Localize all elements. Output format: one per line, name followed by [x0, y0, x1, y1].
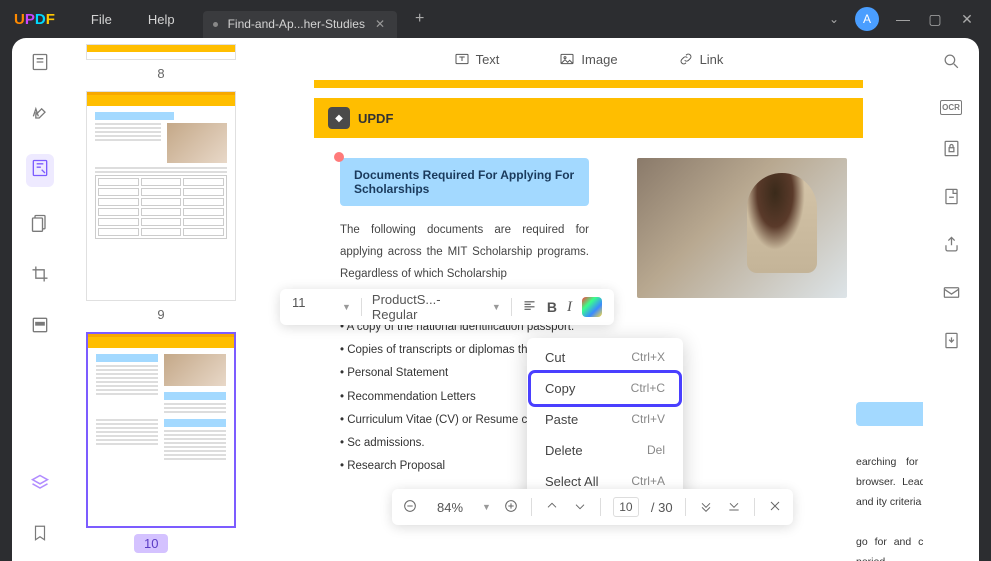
- page-input[interactable]: 10: [613, 497, 639, 517]
- bookmark-tool-icon[interactable]: [31, 524, 49, 547]
- form-icon[interactable]: [942, 187, 961, 211]
- thumbnail-panel: 8 9 10: [68, 38, 254, 561]
- align-icon[interactable]: [522, 298, 537, 316]
- body-paragraph[interactable]: The following documents are required for…: [340, 220, 589, 286]
- maximize-icon[interactable]: ▢: [927, 11, 943, 28]
- export-icon[interactable]: [942, 331, 961, 355]
- thumbnail-label: 9: [86, 307, 236, 322]
- minimize-icon[interactable]: —: [895, 11, 911, 27]
- thumbnail-page-10[interactable]: [86, 332, 236, 528]
- zoom-out-button[interactable]: [402, 498, 418, 517]
- redact-tool-icon[interactable]: [30, 315, 50, 340]
- doc-logo-icon: ◆: [328, 107, 350, 129]
- scroll-bottom-button[interactable]: [726, 498, 742, 517]
- new-tab-button[interactable]: +: [415, 10, 424, 28]
- context-cut[interactable]: CutCtrl+X: [531, 342, 679, 373]
- recent-dropdown-icon[interactable]: ⌄: [829, 12, 839, 26]
- menu-file[interactable]: File: [91, 12, 112, 27]
- menu-help[interactable]: Help: [148, 12, 175, 27]
- format-toolbar: 11 ▼ ProductS...-Regular ▼ B I: [280, 289, 614, 325]
- comment-tool-icon[interactable]: [30, 103, 50, 128]
- insert-image-button[interactable]: Image: [559, 51, 617, 67]
- crop-tool-icon[interactable]: [30, 264, 50, 289]
- context-paste[interactable]: PasteCtrl+V: [531, 404, 679, 435]
- context-copy[interactable]: CopyCtrl+C: [531, 373, 679, 404]
- zoom-value[interactable]: 84%: [430, 500, 470, 515]
- zoom-toolbar: 84% ▼ 10 / 30: [392, 489, 793, 525]
- tab-close-icon[interactable]: ✕: [375, 17, 387, 31]
- zoom-in-button[interactable]: [503, 498, 519, 517]
- chevron-down-icon[interactable]: ▼: [342, 302, 351, 312]
- email-icon[interactable]: [942, 283, 961, 307]
- reader-tool-icon[interactable]: [30, 52, 50, 77]
- batch-tool-icon[interactable]: [30, 473, 50, 498]
- context-menu: CutCtrl+X CopyCtrl+C PasteCtrl+V DeleteD…: [527, 338, 683, 501]
- ocr-icon[interactable]: OCR: [940, 100, 962, 115]
- organize-tool-icon[interactable]: [30, 213, 50, 238]
- chevron-down-icon[interactable]: ▼: [492, 302, 501, 312]
- insert-text-button[interactable]: Text: [454, 51, 500, 67]
- color-picker-button[interactable]: [582, 297, 602, 317]
- callout-secondary[interactable]: [856, 402, 923, 426]
- tab-title: Find-and-Ap...her-Studies: [228, 17, 365, 31]
- user-avatar[interactable]: A: [855, 7, 879, 31]
- font-family-select[interactable]: ProductS...-Regular: [372, 292, 482, 322]
- chevron-down-icon[interactable]: ▼: [482, 502, 491, 512]
- bold-button[interactable]: B: [547, 299, 557, 315]
- font-size-input[interactable]: 11: [292, 295, 332, 319]
- thumbnail-page-8[interactable]: [86, 44, 236, 60]
- callout-heading[interactable]: Documents Required For Applying For Scho…: [340, 158, 589, 206]
- document-image[interactable]: [637, 158, 847, 298]
- thumbnail-page-9[interactable]: [86, 91, 236, 301]
- prev-page-button[interactable]: [544, 498, 560, 517]
- scroll-down-button[interactable]: [698, 498, 714, 517]
- thumbnail-label-active: 10: [134, 534, 168, 553]
- page-total: / 30: [651, 500, 673, 515]
- document-tab[interactable]: Find-and-Ap...her-Studies ✕: [203, 11, 397, 38]
- thumbnail-label: 8: [86, 66, 236, 81]
- document-header: ◆ UPDF: [314, 98, 863, 138]
- body-paragraph-right[interactable]: earching for the Scholarship cross the b…: [856, 453, 923, 561]
- app-logo: UPDF: [14, 11, 55, 28]
- close-icon[interactable]: ✕: [959, 11, 975, 28]
- edit-tool-icon[interactable]: [26, 154, 54, 187]
- italic-button[interactable]: I: [567, 299, 572, 316]
- tab-modified-icon: [213, 22, 218, 27]
- context-delete[interactable]: DeleteDel: [531, 435, 679, 466]
- protect-icon[interactable]: [942, 139, 961, 163]
- share-icon[interactable]: [942, 235, 961, 259]
- toolbar-close-icon[interactable]: [767, 498, 783, 517]
- search-icon[interactable]: [942, 52, 961, 76]
- insert-link-button[interactable]: Link: [678, 51, 724, 67]
- next-page-button[interactable]: [572, 498, 588, 517]
